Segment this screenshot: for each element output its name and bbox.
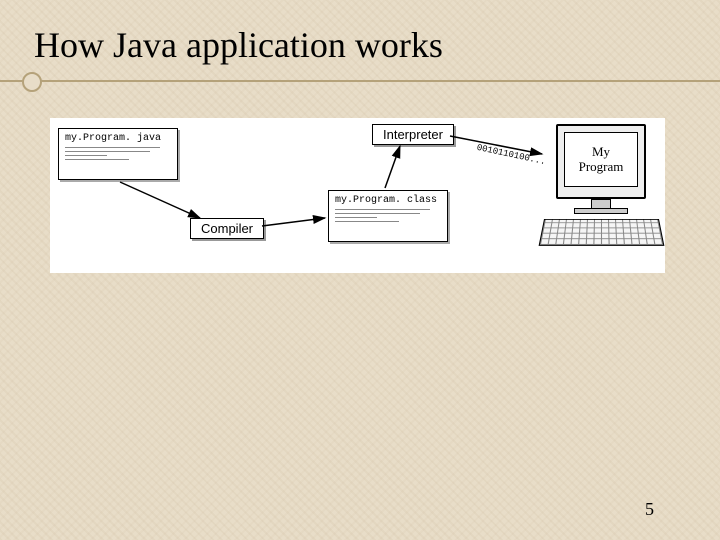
title-underline [0, 80, 720, 82]
page-number: 5 [645, 499, 654, 520]
flow-arrows [50, 118, 665, 273]
slide-title: How Java application works [34, 24, 443, 66]
java-flow-diagram: my.Program. java Compiler my.Program. cl… [50, 118, 665, 273]
